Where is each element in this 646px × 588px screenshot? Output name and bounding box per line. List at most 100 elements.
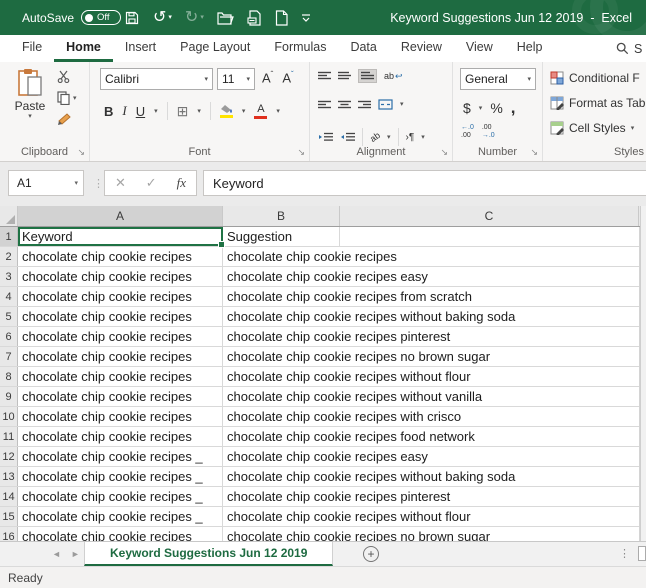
- tab-formulas[interactable]: Formulas: [262, 35, 338, 62]
- comma-style-button[interactable]: ,: [511, 98, 516, 118]
- row-header-13[interactable]: 13: [0, 467, 18, 486]
- formula-input[interactable]: Keyword: [203, 170, 646, 196]
- cell-A6[interactable]: chocolate chip cookie recipes: [18, 327, 223, 346]
- format-as-table-button[interactable]: Format as Tab: [550, 96, 645, 110]
- tab-page-layout[interactable]: Page Layout: [168, 35, 262, 62]
- cell-styles-button[interactable]: Cell Styles ▾: [550, 121, 634, 135]
- chevron-down-icon[interactable]: ▾: [197, 108, 201, 115]
- name-box-resizer[interactable]: ⋮: [93, 170, 104, 196]
- chevron-down-icon[interactable]: ▾: [74, 180, 78, 187]
- wrap-text-button[interactable]: ab↩: [384, 71, 403, 82]
- decrease-font-size-button[interactable]: Aˇ: [282, 70, 293, 85]
- next-sheet-icon[interactable]: ►: [71, 549, 80, 559]
- dialog-launcher-icon[interactable]: ↘: [297, 147, 305, 158]
- cell-B13[interactable]: chocolate chip cookie recipes without ba…: [223, 467, 340, 486]
- previous-sheet-icon[interactable]: ◄: [52, 549, 61, 559]
- cell-B14[interactable]: chocolate chip cookie recipes pinterest: [223, 487, 340, 506]
- tab-data[interactable]: Data: [338, 35, 388, 62]
- chevron-down-icon[interactable]: ▾: [276, 108, 280, 115]
- cell-A5[interactable]: chocolate chip cookie recipes: [18, 307, 223, 326]
- cell-B11[interactable]: chocolate chip cookie recipes food netwo…: [223, 427, 340, 446]
- italic-button[interactable]: I: [122, 103, 126, 119]
- tab-review[interactable]: Review: [389, 35, 454, 62]
- cell-A3[interactable]: chocolate chip cookie recipes: [18, 267, 223, 286]
- align-left-button[interactable]: [318, 100, 331, 110]
- row-header-11[interactable]: 11: [0, 427, 18, 446]
- cell-B12[interactable]: chocolate chip cookie recipes easy: [223, 447, 340, 466]
- align-center-button[interactable]: [338, 100, 351, 110]
- save-button[interactable]: [124, 10, 140, 26]
- cell-A2[interactable]: chocolate chip cookie recipes: [18, 247, 223, 266]
- paste-button[interactable]: Paste ▾: [8, 68, 52, 120]
- row-header-5[interactable]: 5: [0, 307, 18, 326]
- cell-B15[interactable]: chocolate chip cookie recipes without fl…: [223, 507, 340, 526]
- cell-B8[interactable]: chocolate chip cookie recipes without fl…: [223, 367, 340, 386]
- percent-style-button[interactable]: %: [490, 100, 502, 116]
- number-format-select[interactable]: General ▾: [460, 68, 536, 90]
- column-header-B[interactable]: B: [223, 206, 340, 226]
- orientation-button[interactable]: ab: [368, 130, 382, 144]
- sheet-bar-options-icon[interactable]: ⋮: [619, 542, 630, 565]
- cell-B3[interactable]: chocolate chip cookie recipes easy: [223, 267, 340, 286]
- chevron-down-icon[interactable]: ▾: [242, 108, 246, 115]
- cell-A12[interactable]: chocolate chip cookie recipes _: [18, 447, 223, 466]
- row-header-12[interactable]: 12: [0, 447, 18, 466]
- search-button[interactable]: S: [616, 35, 646, 62]
- fill-color-button[interactable]: [220, 105, 233, 118]
- row-header-6[interactable]: 6: [0, 327, 18, 346]
- row-header-2[interactable]: 2: [0, 247, 18, 266]
- chevron-down-icon[interactable]: ▾: [154, 108, 158, 115]
- decrease-decimal-button[interactable]: .00→.0: [482, 124, 495, 141]
- cell-B9[interactable]: chocolate chip cookie recipes without va…: [223, 387, 340, 406]
- cell-A10[interactable]: chocolate chip cookie recipes: [18, 407, 223, 426]
- chevron-down-icon[interactable]: ▾: [168, 14, 172, 21]
- customize-qat-button[interactable]: [301, 13, 311, 23]
- conditional-formatting-button[interactable]: Conditional F: [550, 71, 640, 85]
- cell-B10[interactable]: chocolate chip cookie recipes with crisc…: [223, 407, 340, 426]
- increase-decimal-button[interactable]: ←.0.00: [461, 124, 474, 141]
- insert-function-icon[interactable]: fx: [177, 175, 186, 191]
- dialog-launcher-icon[interactable]: ↘: [440, 147, 448, 158]
- cell-B6[interactable]: chocolate chip cookie recipes pinterest: [223, 327, 340, 346]
- tab-view[interactable]: View: [454, 35, 505, 62]
- column-header-A[interactable]: A: [18, 206, 223, 226]
- tab-insert[interactable]: Insert: [113, 35, 168, 62]
- tab-home[interactable]: Home: [54, 35, 113, 62]
- align-right-button[interactable]: [358, 100, 371, 110]
- cancel-icon[interactable]: ✕: [115, 175, 126, 191]
- autosave-toggle[interactable]: AutoSave Off: [22, 0, 121, 35]
- print-preview-button[interactable]: [247, 10, 262, 26]
- bold-button[interactable]: B: [104, 104, 113, 119]
- font-name-select[interactable]: Calibri ▾: [100, 68, 213, 90]
- dialog-launcher-icon[interactable]: ↘: [530, 147, 538, 158]
- sheet-tab-active[interactable]: Keyword Suggestions Jun 12 2019: [84, 542, 333, 566]
- select-all-button[interactable]: [0, 206, 18, 226]
- tab-help[interactable]: Help: [505, 35, 555, 62]
- enter-icon[interactable]: ✓: [146, 175, 157, 191]
- name-box[interactable]: A1 ▾: [8, 170, 84, 196]
- cell-A15[interactable]: chocolate chip cookie recipes _: [18, 507, 223, 526]
- undo-button[interactable]: ↺ ▾: [153, 10, 172, 26]
- cell-A13[interactable]: chocolate chip cookie recipes _: [18, 467, 223, 486]
- row-header-9[interactable]: 9: [0, 387, 18, 406]
- align-bottom-button[interactable]: [358, 69, 377, 83]
- cell-A1[interactable]: Keyword: [18, 227, 223, 246]
- font-color-button[interactable]: A: [254, 104, 267, 119]
- row-header-14[interactable]: 14: [0, 487, 18, 506]
- cell-B5[interactable]: chocolate chip cookie recipes without ba…: [223, 307, 340, 326]
- row-header-8[interactable]: 8: [0, 367, 18, 386]
- underline-button[interactable]: U: [136, 104, 145, 119]
- vertical-scrollbar[interactable]: [640, 206, 646, 541]
- format-painter-button[interactable]: [57, 113, 71, 126]
- cell-A7[interactable]: chocolate chip cookie recipes: [18, 347, 223, 366]
- cell-B2[interactable]: chocolate chip cookie recipes: [223, 247, 340, 266]
- row-header-10[interactable]: 10: [0, 407, 18, 426]
- copy-button[interactable]: ▾: [57, 91, 77, 105]
- cell-A9[interactable]: chocolate chip cookie recipes: [18, 387, 223, 406]
- row-header-3[interactable]: 3: [0, 267, 18, 286]
- align-top-button[interactable]: [318, 71, 331, 81]
- cell-B4[interactable]: chocolate chip cookie recipes from scrat…: [223, 287, 340, 306]
- cell-B1[interactable]: Suggestion: [223, 227, 340, 246]
- increase-indent-button[interactable]: [340, 132, 355, 142]
- chevron-down-icon[interactable]: ▾: [387, 134, 391, 141]
